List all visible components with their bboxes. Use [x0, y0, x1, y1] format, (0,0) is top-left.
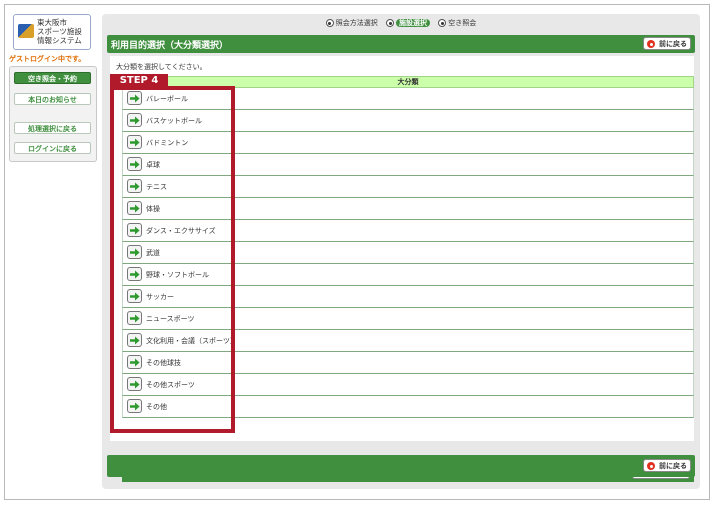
category-label: 文化利用・会議（スポーツ）: [146, 337, 237, 345]
category-label: 卓球: [146, 161, 160, 169]
arrow-right-icon: [130, 336, 140, 345]
category-label: その他: [146, 403, 167, 411]
radio-availability[interactable]: 空き照会: [438, 18, 476, 28]
select-category-button[interactable]: [127, 355, 142, 369]
table-row: 文化利用・会議（スポーツ）: [122, 330, 694, 352]
table-row: その他スポーツ: [122, 374, 694, 396]
category-label: ダンス・エクササイズ: [146, 227, 216, 235]
radio-facility-select[interactable]: 施設選択: [386, 18, 430, 28]
radio-label: 空き照会: [448, 19, 477, 27]
table-row: 体操: [122, 198, 694, 220]
table-row: テニス: [122, 176, 694, 198]
select-category-button[interactable]: [127, 377, 142, 391]
select-category-button[interactable]: [127, 135, 142, 149]
table-row: 卓球: [122, 154, 694, 176]
content-area: 大分類を選択してください。 大分類 バレーボールバスケットボール バドミントン 卓球…: [110, 56, 694, 482]
table-row: ニュースポーツ: [122, 308, 694, 330]
radio-icon: [386, 19, 394, 27]
arrow-right-icon: [130, 380, 140, 389]
back-arrow-icon: [647, 40, 655, 48]
arrow-right-icon: [130, 138, 140, 147]
select-category-button[interactable]: [127, 245, 142, 259]
select-category-button[interactable]: [127, 289, 142, 303]
category-label: ニュースポーツ: [146, 315, 195, 323]
category-label: バドミントン: [146, 139, 189, 147]
site-logo[interactable]: 東大阪市 スポーツ施設 情報システム: [13, 14, 91, 50]
arrow-right-icon: [130, 226, 140, 235]
table-row: ダンス・エクササイズ: [122, 220, 694, 242]
category-label: 野球・ソフトボール: [146, 271, 209, 279]
category-label: バスケットボール: [146, 117, 202, 125]
logo-line-3: 情報システム: [37, 36, 82, 45]
arrow-right-icon: [130, 314, 140, 323]
category-label: その他スポーツ: [146, 381, 195, 389]
select-category-button[interactable]: [127, 223, 142, 237]
select-category-button[interactable]: [127, 267, 142, 281]
select-category-button[interactable]: [127, 157, 142, 171]
table-row: 武道: [122, 242, 694, 264]
table-row: その他球技: [122, 352, 694, 374]
table-row: バレーボール: [122, 88, 694, 110]
arrow-right-icon: [130, 292, 140, 301]
table-row: 野球・ソフトボール: [122, 264, 694, 286]
sidebar-button-back-to-login[interactable]: ログインに戻る: [14, 142, 91, 154]
page-title: 利用目的選択（大分類選択）: [111, 41, 229, 51]
select-category-button[interactable]: [127, 399, 142, 413]
step-label: STEP 4: [110, 74, 168, 88]
page-header: 利用目的選択（大分類選択） 前に戻る: [107, 35, 695, 53]
select-category-button[interactable]: [127, 311, 142, 325]
radio-icon: [438, 19, 447, 27]
sidebar-button-notices[interactable]: 本日のお知らせ: [14, 93, 91, 105]
category-label: サッカー: [146, 293, 174, 301]
arrow-right-icon: [130, 204, 140, 213]
logo-line-1: 東大阪市: [37, 18, 67, 27]
back-button-bottom[interactable]: 前に戻る: [643, 459, 691, 472]
select-category-button[interactable]: [127, 91, 142, 105]
main-panel: 照会方法選択 施設選択 空き照会 利用目的選択（大分類選択） 前に戻る 大分類を…: [102, 14, 700, 489]
table-row: その他: [122, 396, 694, 418]
logo-line-2: スポーツ施設: [37, 27, 82, 36]
arrow-right-icon: [130, 116, 140, 125]
arrow-right-icon: [130, 358, 140, 367]
arrow-right-icon: [130, 248, 140, 257]
instruction-text: 大分類を選択してください。: [116, 63, 207, 71]
select-category-button[interactable]: [127, 179, 142, 193]
arrow-right-icon: [130, 402, 140, 411]
back-button-label: 前に戻る: [659, 462, 687, 470]
arrow-right-icon: [130, 94, 140, 103]
select-category-button[interactable]: [127, 113, 142, 127]
back-arrow-icon: [647, 462, 655, 470]
table-row: バスケットボール: [122, 110, 694, 132]
sidebar-panel: 空き照会・予約 本日のお知らせ 処理選択に戻る ログインに戻る: [9, 66, 97, 162]
category-label: その他球技: [146, 359, 181, 367]
select-category-button[interactable]: [127, 201, 142, 215]
category-label: テニス: [146, 183, 167, 191]
radio-method-select[interactable]: 照会方法選択: [325, 18, 378, 28]
radio-label: 照会方法選択: [335, 19, 378, 27]
guest-login-status: ゲストログイン中です。: [9, 55, 86, 63]
footer-bar: 前に戻る: [107, 455, 695, 477]
logo-text: 東大阪市 スポーツ施設 情報システム: [37, 18, 82, 45]
step-radio-nav: 照会方法選択 施設選択 空き照会: [102, 18, 700, 30]
arrow-right-icon: [130, 270, 140, 279]
table-header: 大分類: [122, 76, 694, 88]
logo-icon: [18, 24, 34, 38]
arrow-right-icon: [130, 182, 140, 191]
table-row: サッカー: [122, 286, 694, 308]
sidebar-button-availability[interactable]: 空き照会・予約: [14, 72, 91, 84]
select-category-button[interactable]: [127, 333, 142, 347]
sidebar-button-back-to-process[interactable]: 処理選択に戻る: [14, 122, 91, 134]
back-button-top[interactable]: 前に戻る: [643, 37, 691, 50]
radio-icon: [325, 19, 334, 27]
category-label: 体操: [146, 205, 160, 213]
back-button-label: 前に戻る: [659, 40, 687, 48]
radio-label-active: 施設選択: [396, 19, 430, 27]
category-label: 武道: [146, 249, 160, 257]
arrow-right-icon: [130, 160, 140, 169]
table-row: バドミントン: [122, 132, 694, 154]
category-label: バレーボール: [146, 95, 188, 103]
